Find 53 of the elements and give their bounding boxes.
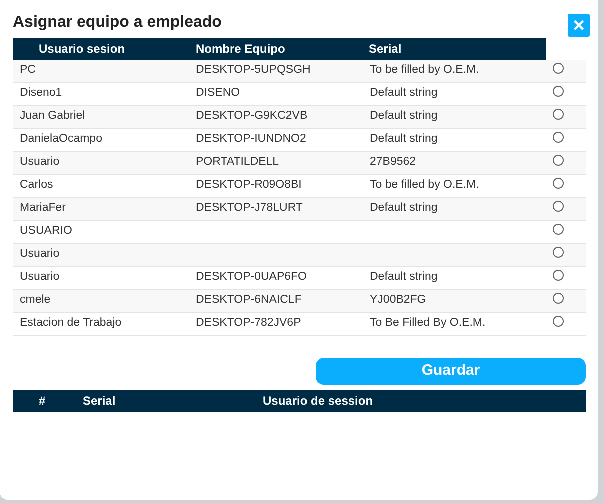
table-cell-text: To be filled by O.E.M. (370, 63, 480, 78)
table-cell-text: DESKTOP-5UPQSGH (196, 63, 312, 78)
save-button[interactable]: Guardar (316, 358, 586, 385)
table-cell-text: Usuario (19, 155, 61, 170)
radio-button[interactable] (553, 224, 564, 234)
column-header: Usuario de session (263, 393, 374, 410)
radio-button[interactable] (553, 292, 564, 304)
table-cell-text: Diseno1 (19, 86, 64, 102)
table-cell-text: USUARIO (19, 224, 74, 240)
table-cell-text: Default string (370, 132, 439, 148)
table-cell-text: cmele (19, 293, 52, 308)
table-cell-text: DESKTOP-IUNDNO2 (196, 132, 308, 148)
table-cell-text: Default string (370, 109, 439, 124)
table-cell-text: Default string (370, 270, 439, 286)
table-cell-text: Usuario (19, 247, 61, 262)
table-cell-text: DanielaOcampo (19, 132, 104, 148)
table-cell-text: PC (19, 63, 37, 78)
table-cell-text: DESKTOP-782JV6P (196, 316, 302, 332)
table-cell-text: Juan Gabriel (19, 109, 86, 124)
table-cell-text: Usuario (19, 270, 61, 286)
table-cell-text: YJ00B2FG (370, 293, 428, 308)
table-cell-text: Default string (370, 86, 439, 102)
table-cell-text: DESKTOP-J78LURT (196, 201, 304, 216)
table-cell-text: MariaFer (19, 201, 68, 216)
table-cell-text: DISENO (196, 86, 242, 102)
column-header: Usuario sesion (38, 41, 126, 58)
table-cell-text: DESKTOP-0UAP6FO (196, 270, 308, 286)
column-header: Serial (369, 41, 403, 58)
column-header: # (38, 393, 47, 410)
radio-button[interactable] (553, 200, 564, 212)
table-cell-text: Default string (370, 201, 439, 216)
radio-button[interactable] (553, 178, 564, 188)
radio-button[interactable] (553, 62, 564, 74)
radio-button[interactable] (553, 316, 564, 326)
table-cell-text: Carlos (19, 178, 54, 194)
column-header: Serial (83, 393, 117, 410)
table-cell-text: DESKTOP-R09O8BI (196, 178, 303, 194)
radio-button[interactable] (553, 154, 564, 166)
table-cell-text: Estacion de Trabajo (19, 316, 123, 332)
table-cell-text: 27B9562 (370, 155, 418, 170)
table-cell-text: DESKTOP-G9KC2VB (196, 109, 309, 124)
table-cell-text: DESKTOP-6NAICLF (196, 293, 303, 308)
table-cell-text: PORTATILDELL (196, 155, 280, 170)
modal-title: Asignar equipo a empleado (13, 13, 222, 33)
column-header: Nombre Equipo (196, 41, 286, 58)
radio-button[interactable] (553, 86, 564, 96)
radio-button[interactable] (553, 108, 564, 120)
table-cell-text: To Be Filled By O.E.M. (370, 316, 487, 332)
close-button[interactable]: × (568, 14, 590, 37)
radio-button[interactable] (553, 270, 564, 280)
radio-button[interactable] (553, 246, 564, 258)
table-cell-text: To be filled by O.E.M. (370, 178, 480, 194)
radio-button[interactable] (553, 132, 564, 142)
